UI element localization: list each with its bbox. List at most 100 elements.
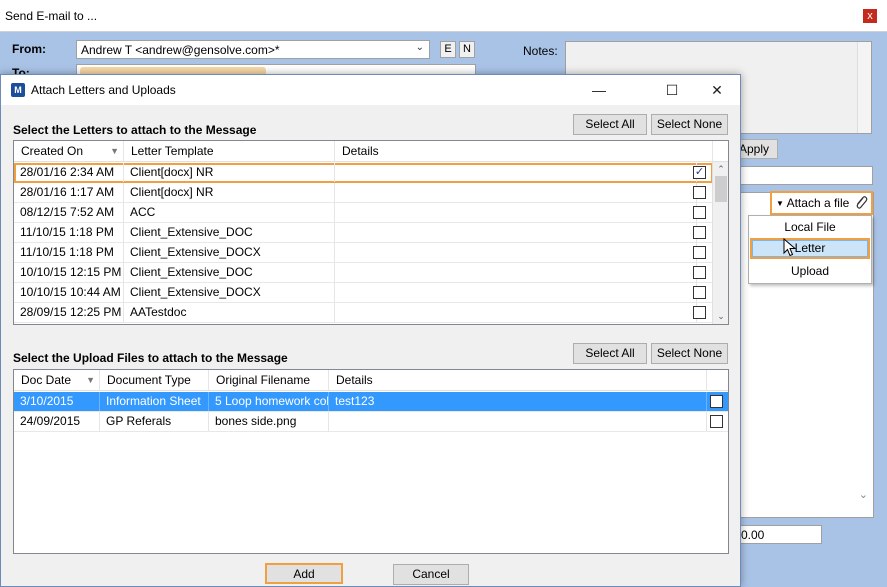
letter-cell-details [335, 183, 697, 202]
letters-scrollbar[interactable]: ⌃ ⌄ [712, 162, 728, 324]
letter-row[interactable]: 11/10/15 1:18 PM Client_Extensive_DOC [14, 223, 713, 243]
letter-cell-created: 10/10/15 12:15 PM [14, 263, 124, 282]
letter-cell-template: ACC [124, 203, 335, 222]
close-icon[interactable]: ✕ [697, 79, 737, 101]
chevron-down-icon[interactable]: ⌄ [859, 488, 868, 501]
outer-title-bar: Send E-mail to ... x [0, 0, 887, 32]
letter-row[interactable]: 28/09/15 12:25 PM AATestdoc [14, 303, 713, 323]
from-select[interactable]: Andrew T <andrew@gensolve.com>* ⌄ [76, 40, 430, 59]
letter-cell-template: Client_Extensive_DOC [124, 263, 335, 282]
letter-cell-details [335, 263, 697, 282]
scroll-down-icon[interactable]: ⌄ [713, 311, 728, 322]
col-original-filename[interactable]: Original Filename [209, 370, 329, 391]
app-logo-icon: M [11, 83, 25, 97]
attach-menu: Local File Letter Upload [748, 215, 872, 284]
notes-scrollbar[interactable] [857, 42, 871, 133]
letter-cell-template: Client_Extensive_DOCX [124, 283, 335, 302]
letter-row[interactable]: 10/10/15 12:15 PM Client_Extensive_DOC [14, 263, 713, 283]
col-letter-template[interactable]: Letter Template [124, 141, 335, 162]
letter-cell-details [335, 223, 697, 242]
upload-cell-details [329, 412, 707, 431]
to-field[interactable] [76, 64, 476, 74]
col-created-on-label: Created On [21, 144, 84, 158]
letters-grid: Created On ▼ Letter Template Details 28/… [13, 140, 729, 325]
from-label: From: [12, 42, 46, 56]
letter-checkbox[interactable] [693, 306, 706, 319]
letter-cell-details [335, 303, 697, 322]
upload-checkbox[interactable] [710, 415, 723, 428]
upload-cell-date: 3/10/2015 [14, 392, 100, 411]
attach-letters-dialog: M Attach Letters and Uploads — ☐ ✕ Selec… [0, 74, 741, 587]
col-doc-date-label: Doc Date [21, 373, 72, 387]
subject-field[interactable] [738, 166, 873, 185]
upload-cell-date: 24/09/2015 [14, 412, 100, 431]
upload-checkbox[interactable] [710, 395, 723, 408]
uploads-section-label: Select the Upload Files to attach to the… [13, 351, 288, 365]
letter-cell-created: 28/01/16 2:34 AM [14, 163, 124, 182]
letter-cell-details [335, 283, 697, 302]
letter-row[interactable]: 28/01/16 1:17 AM Client[docx] NR [14, 183, 713, 203]
letter-checkbox[interactable]: ✓ [693, 166, 706, 179]
letter-cell-details [335, 163, 697, 182]
upload-cell-filename: 5 Loop homework col... [209, 392, 329, 411]
menu-item-upload[interactable]: Upload [750, 261, 870, 282]
recipient-chip[interactable] [80, 67, 266, 74]
col-created-on[interactable]: Created On ▼ [14, 141, 124, 162]
notes-label: Notes: [523, 44, 558, 58]
letter-cell-created: 11/10/15 1:18 PM [14, 223, 124, 242]
maximize-icon[interactable]: ☐ [652, 79, 692, 101]
upload-row[interactable]: 24/09/2015 GP Referals bones side.png [14, 412, 728, 432]
letters-grid-header: Created On ▼ Letter Template Details [14, 141, 728, 162]
letter-cell-template: Client[docx] NR [124, 163, 335, 182]
uploads-grid-header: Doc Date ▼ Document Type Original Filena… [14, 370, 728, 391]
paperclip-icon [856, 196, 868, 209]
scrollbar-thumb[interactable] [715, 176, 727, 202]
upload-cell-type: Information Sheet [100, 392, 209, 411]
cancel-button[interactable]: Cancel [393, 564, 469, 585]
outer-close-icon[interactable]: x [863, 9, 877, 23]
letter-checkbox[interactable] [693, 226, 706, 239]
sort-dropdown-icon: ▼ [110, 146, 119, 156]
sort-dropdown-icon: ▼ [86, 375, 95, 385]
add-button[interactable]: Add [265, 563, 343, 584]
letter-row[interactable]: 10/10/15 10:44 AM Client_Extensive_DOCX [14, 283, 713, 303]
letter-cell-created: 10/10/15 10:44 AM [14, 283, 124, 302]
chevron-down-icon: ⌄ [415, 42, 424, 53]
letter-checkbox[interactable] [693, 186, 706, 199]
caret-down-icon: ▼ [776, 199, 784, 208]
letter-row[interactable]: 08/12/15 7:52 AM ACC [14, 203, 713, 223]
col-details[interactable]: Details [335, 141, 713, 162]
dialog-title-bar: M Attach Letters and Uploads — ☐ ✕ [1, 75, 740, 105]
amount-field[interactable]: 0.00 [738, 525, 822, 544]
letter-cell-template: Client_Extensive_DOCX [124, 243, 335, 262]
menu-item-local-file[interactable]: Local File [750, 217, 870, 238]
col-doc-date[interactable]: Doc Date ▼ [14, 370, 100, 391]
upload-row[interactable]: 3/10/2015 Information Sheet 5 Loop homewor… [14, 392, 728, 412]
minimize-icon[interactable]: — [579, 79, 619, 101]
to-label: To: [12, 66, 30, 74]
letter-checkbox[interactable] [693, 246, 706, 259]
attach-file-button[interactable]: ▼ Attach a file [770, 191, 873, 215]
letter-row[interactable]: 28/01/16 2:34 AM Client[docx] NR ✓ [14, 163, 713, 183]
letter-row[interactable]: 11/10/15 1:18 PM Client_Extensive_DOCX [14, 243, 713, 263]
menu-item-letter-label: Letter [752, 240, 868, 257]
letter-checkbox[interactable] [693, 286, 706, 299]
letter-checkbox[interactable] [693, 266, 706, 279]
letters-select-all-button[interactable]: Select All [573, 114, 647, 135]
uploads-select-none-button[interactable]: Select None [651, 343, 728, 364]
col-upload-details[interactable]: Details [329, 370, 707, 391]
menu-item-letter[interactable]: Letter [750, 238, 870, 259]
upload-cell-filename: bones side.png [209, 412, 329, 431]
letter-checkbox[interactable] [693, 206, 706, 219]
uploads-select-all-button[interactable]: Select All [573, 343, 647, 364]
from-value: Andrew T <andrew@gensolve.com>* [81, 43, 280, 57]
scroll-up-icon[interactable]: ⌃ [713, 164, 728, 175]
letters-select-none-button[interactable]: Select None [651, 114, 728, 135]
e-button[interactable]: E [440, 41, 456, 58]
letter-cell-created: 11/10/15 1:18 PM [14, 243, 124, 262]
upload-cell-type: GP Referals [100, 412, 209, 431]
n-button[interactable]: N [459, 41, 475, 58]
col-document-type[interactable]: Document Type [100, 370, 209, 391]
letter-cell-template: Client[docx] NR [124, 183, 335, 202]
letter-cell-created: 28/01/16 1:17 AM [14, 183, 124, 202]
